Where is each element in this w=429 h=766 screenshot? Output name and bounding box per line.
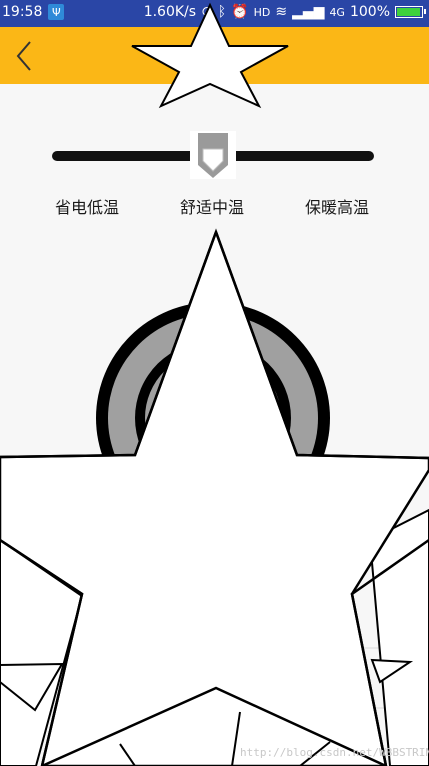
temperature-dial[interactable] — [0, 0, 429, 766]
watermark-text: http://blog.csdn.net/WBBSTRING — [240, 746, 429, 759]
